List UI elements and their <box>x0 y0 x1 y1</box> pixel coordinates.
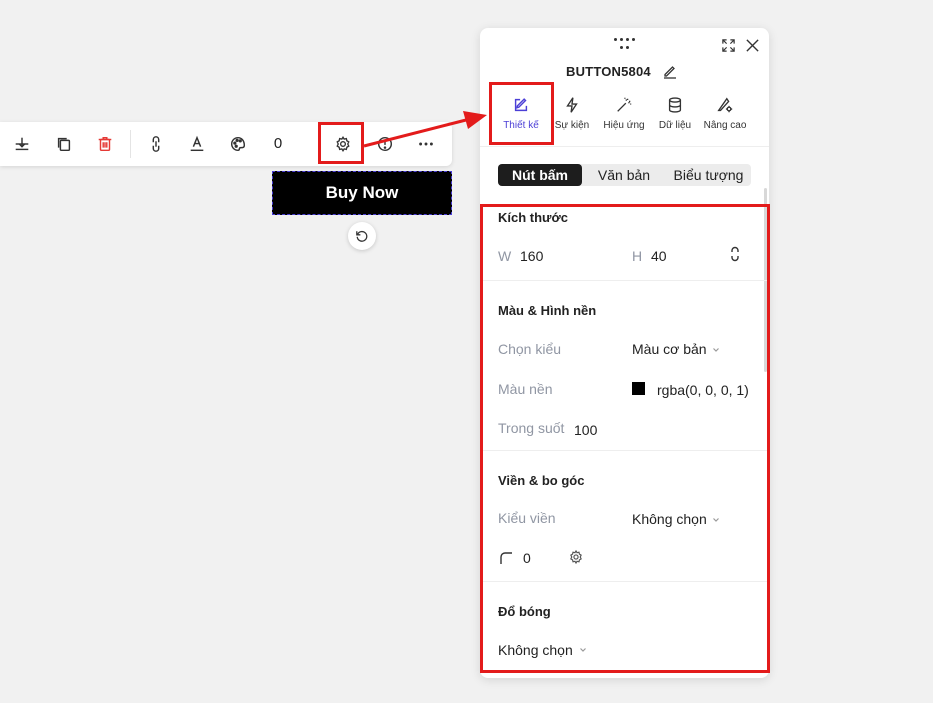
settings-icon[interactable] <box>329 130 357 158</box>
style-label: Chọn kiểu <box>498 341 562 357</box>
tab-events[interactable]: Sự kiện <box>545 94 599 138</box>
size-section-title: Kích thước <box>498 210 568 225</box>
width-input[interactable]: 160 <box>520 248 543 264</box>
segment-button[interactable]: Nút bấm <box>498 164 582 186</box>
delete-icon[interactable] <box>91 130 119 158</box>
lightning-icon <box>566 97 578 113</box>
radius-settings-icon[interactable] <box>568 549 584 565</box>
tabs-divider <box>480 146 769 147</box>
tab-advanced[interactable]: Nâng cao <box>698 94 752 138</box>
segment-text[interactable]: Văn bản <box>582 164 666 186</box>
expand-icon[interactable] <box>719 36 737 54</box>
element-toolbar: 0 <box>0 122 452 166</box>
shadow-section-title: Đổ bóng <box>498 604 551 619</box>
annotation-arrow <box>363 111 487 148</box>
properties-panel: BUTTON5804 Thiết kế Sự kiện Hiệu ứng Dữ … <box>480 28 769 678</box>
palette-icon[interactable] <box>224 130 252 158</box>
tab-label: Sự kiện <box>554 120 590 131</box>
section-divider <box>480 450 769 451</box>
bg-color-label: Màu nền <box>498 381 553 397</box>
segment-icon[interactable]: Biểu tượng <box>666 164 751 186</box>
width-label: W <box>498 248 512 264</box>
info-icon[interactable] <box>371 130 399 158</box>
bg-color-value[interactable]: rgba(0, 0, 0, 1) <box>657 382 749 398</box>
edit-title-icon[interactable] <box>662 63 678 79</box>
chevron-down-icon <box>580 648 586 652</box>
advanced-settings-icon <box>717 97 733 113</box>
database-icon <box>668 97 682 113</box>
edit-icon <box>514 98 528 112</box>
chevron-down-icon <box>713 348 719 352</box>
height-label: H <box>632 248 643 264</box>
section-divider <box>480 581 769 582</box>
opacity-input[interactable]: 100 <box>574 422 597 438</box>
corner-radius-icon <box>500 552 512 564</box>
duplicate-icon[interactable] <box>50 130 78 158</box>
border-section-title: Viền & bo góc <box>498 473 585 488</box>
tab-design[interactable]: Thiết kế <box>494 94 548 138</box>
tab-label: Dữ liệu <box>658 120 692 131</box>
color-section-title: Màu & Hình nền <box>498 303 597 318</box>
chevron-down-icon <box>713 518 719 522</box>
tab-label: Nâng cao <box>703 120 747 131</box>
tab-data[interactable]: Dữ liệu <box>648 94 702 138</box>
border-style-label: Kiểu viền <box>498 510 556 526</box>
radius-input[interactable]: 0 <box>523 550 531 566</box>
color-swatch[interactable] <box>632 382 645 395</box>
lock-ratio-icon[interactable] <box>727 246 743 262</box>
opacity-label: Trong suốt <box>498 420 565 436</box>
magic-wand-icon <box>617 97 632 112</box>
text-style-icon[interactable] <box>183 130 211 158</box>
toolbar-divider <box>130 130 131 158</box>
element-type-switch: Nút bấm Văn bản Biểu tượng <box>498 164 751 186</box>
height-input[interactable]: 40 <box>651 248 667 264</box>
section-divider <box>480 280 769 281</box>
tab-label: Thiết kế <box>503 120 539 131</box>
drag-handle-icon[interactable] <box>613 38 635 50</box>
tab-effects[interactable]: Hiệu ứng <box>597 94 651 138</box>
border-style-select[interactable]: Không chọn <box>632 511 707 527</box>
link-icon[interactable] <box>142 130 170 158</box>
panel-tabs: Thiết kế Sự kiện Hiệu ứng Dữ liệu Nâng c… <box>490 94 758 138</box>
panel-title: BUTTON5804 <box>566 64 651 79</box>
more-icon[interactable] <box>412 130 440 158</box>
close-icon[interactable] <box>743 36 761 54</box>
align-bottom-icon[interactable] <box>8 130 36 158</box>
layer-count: 0 <box>273 135 283 152</box>
shadow-select[interactable]: Không chọn <box>498 642 573 658</box>
style-select[interactable]: Màu cơ bản <box>632 341 707 357</box>
rotate-icon[interactable] <box>348 222 376 250</box>
buy-now-button[interactable]: Buy Now <box>272 171 452 215</box>
tab-label: Hiệu ứng <box>603 120 645 131</box>
